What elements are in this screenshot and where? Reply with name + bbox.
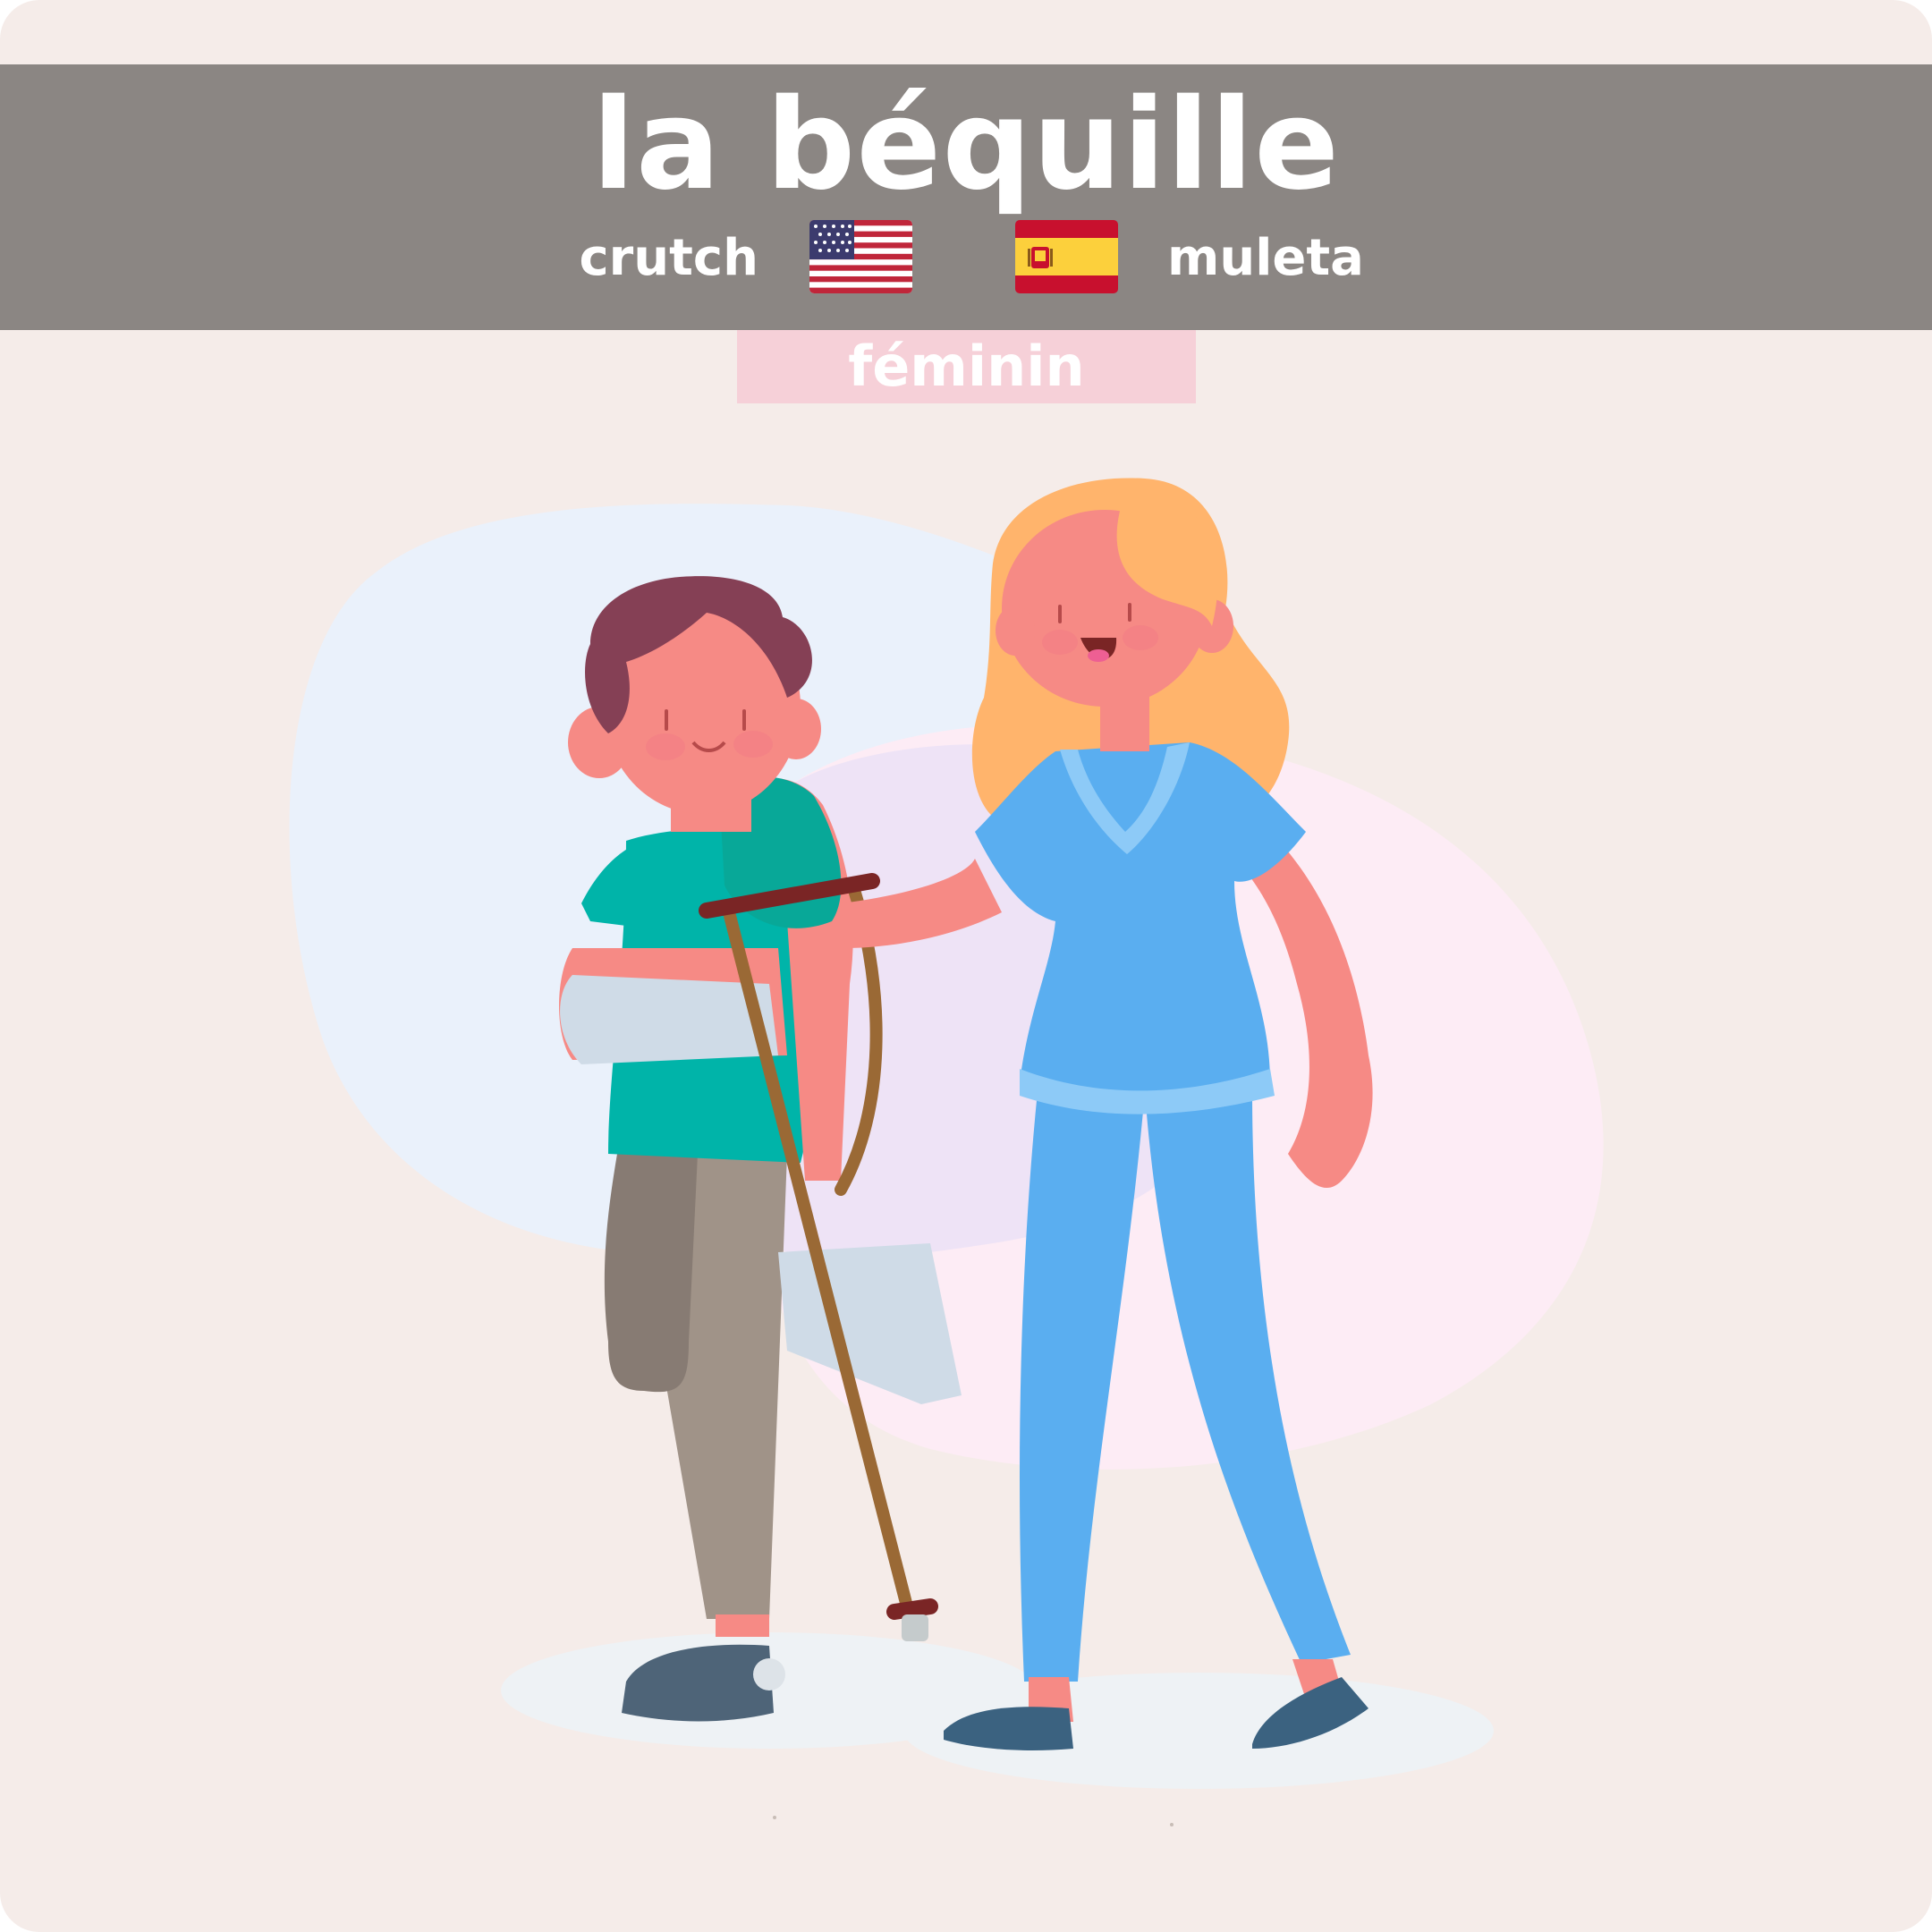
french-word-title: la béquille (591, 72, 1341, 218)
us-flag-icon (809, 220, 912, 293)
spanish-translation: muleta (1167, 229, 1364, 287)
gender-badge: féminin (737, 330, 1196, 403)
spain-flag-icon (1015, 220, 1118, 293)
english-translation: crutch (579, 229, 758, 287)
vocabulary-card: la béquille crutch muleta féminin (0, 0, 1932, 1932)
